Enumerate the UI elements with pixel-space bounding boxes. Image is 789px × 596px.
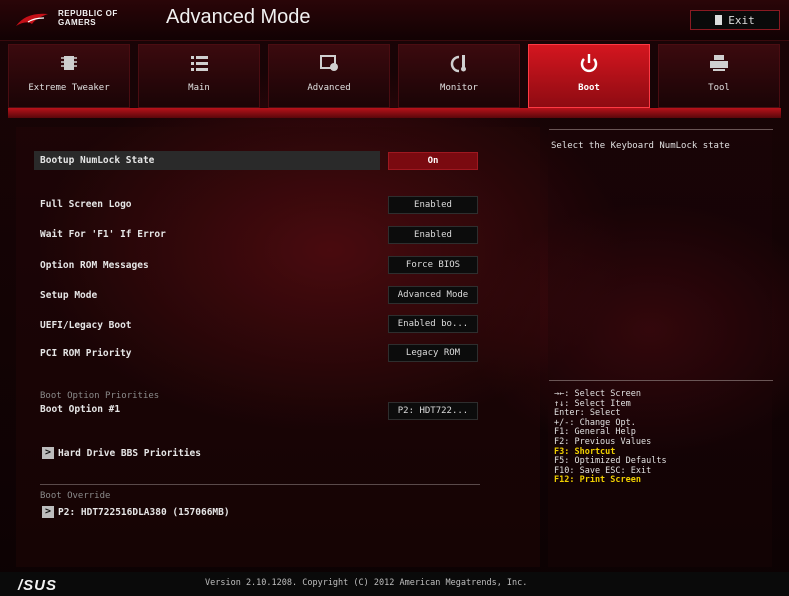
boot-override-item[interactable]: P2: HDT722516DLA380 (157066MB) (58, 507, 230, 518)
tab-boot[interactable]: Boot (528, 44, 650, 108)
tab-extreme-tweaker[interactable]: Extreme Tweaker (8, 44, 130, 108)
exit-button[interactable]: Exit (690, 10, 780, 30)
hdd-bbs-priorities-link[interactable]: Hard Drive BBS Priorities (58, 448, 201, 459)
brand-text: REPUBLIC OF GAMERS (58, 9, 118, 27)
setting-value-pci-rom[interactable]: Legacy ROM (388, 344, 478, 362)
brand-line1: REPUBLIC OF (58, 9, 118, 18)
section-divider (40, 484, 480, 485)
setting-label-wait-f1: Wait For 'F1' If Error (40, 229, 166, 240)
boot-option-1-value[interactable]: P2: HDT722... (388, 402, 478, 420)
tab-label: Extreme Tweaker (28, 83, 110, 93)
submenu-arrow-icon: > (42, 506, 54, 518)
submenu-arrow-icon: > (42, 447, 54, 459)
help-divider (549, 380, 773, 381)
tab-monitor[interactable]: Monitor (398, 44, 520, 108)
power-icon (580, 54, 598, 73)
setting-value-wait-f1[interactable]: Enabled (388, 226, 478, 244)
exit-label: Exit (728, 14, 755, 27)
setting-value-full-screen-logo[interactable]: Enabled (388, 196, 478, 214)
asus-logo: /SUS (18, 577, 58, 594)
exit-icon (715, 15, 723, 25)
setting-value-setup-mode[interactable]: Advanced Mode (388, 286, 478, 304)
printer-icon (710, 55, 728, 71)
chip-icon (61, 56, 77, 70)
rog-logo: REPUBLIC OF GAMERS (14, 8, 154, 32)
brand-line2: GAMERS (58, 18, 97, 27)
tab-label: Main (188, 83, 210, 93)
tab-advanced[interactable]: Advanced (268, 44, 390, 108)
monitor-icon (450, 55, 466, 73)
key-hint-print-screen[interactable]: F12: Print Screen (554, 476, 667, 486)
setting-label-setup-mode: Setup Mode (40, 290, 98, 301)
key-legend: →←: Select Screen ↑↓: Select Item Enter:… (554, 389, 667, 486)
setting-label-pci-rom: PCI ROM Priority (40, 348, 132, 359)
rog-eye-icon (16, 13, 48, 26)
setting-label-option-rom: Option ROM Messages (40, 260, 149, 271)
help-top-divider (549, 129, 773, 130)
tab-label: Monitor (440, 83, 478, 93)
help-panel (548, 127, 772, 567)
footer-bar: /SUS Version 2.10.1208. Copyright (C) 20… (0, 572, 789, 596)
setting-label-uefi-legacy: UEFI/Legacy Boot (40, 320, 132, 331)
main-tabs: Extreme Tweaker Main Advanced Monitor Bo… (8, 44, 781, 108)
bios-screen: REPUBLIC OF GAMERS Advanced Mode Exit Ex… (0, 0, 789, 596)
top-bar: REPUBLIC OF GAMERS Advanced Mode Exit (0, 0, 789, 41)
boot-override-heading: Boot Override (40, 491, 111, 501)
boot-priorities-heading: Boot Option Priorities (40, 391, 160, 401)
setting-value-option-rom[interactable]: Force BIOS (388, 256, 478, 274)
mode-title: Advanced Mode (166, 6, 311, 28)
tab-tool[interactable]: Tool (658, 44, 780, 108)
version-text: Version 2.10.1208. Copyright (C) 2012 Am… (205, 578, 528, 588)
setting-value-uefi-legacy[interactable]: Enabled bo... (388, 315, 478, 333)
setting-label-bootup-numlock: Bootup NumLock State (40, 155, 155, 166)
setting-value-bootup-numlock[interactable]: On (388, 152, 478, 170)
tab-label: Advanced (307, 83, 351, 93)
advanced-icon (320, 55, 338, 71)
tab-underline (8, 108, 781, 118)
help-description: Select the Keyboard NumLock state (551, 141, 730, 151)
tab-main[interactable]: Main (138, 44, 260, 108)
tab-label: Boot (578, 83, 600, 93)
setting-label-full-screen-logo: Full Screen Logo (40, 199, 132, 210)
list-icon (191, 56, 208, 71)
tab-label: Tool (708, 83, 730, 93)
boot-option-1-label: Boot Option #1 (40, 404, 121, 415)
